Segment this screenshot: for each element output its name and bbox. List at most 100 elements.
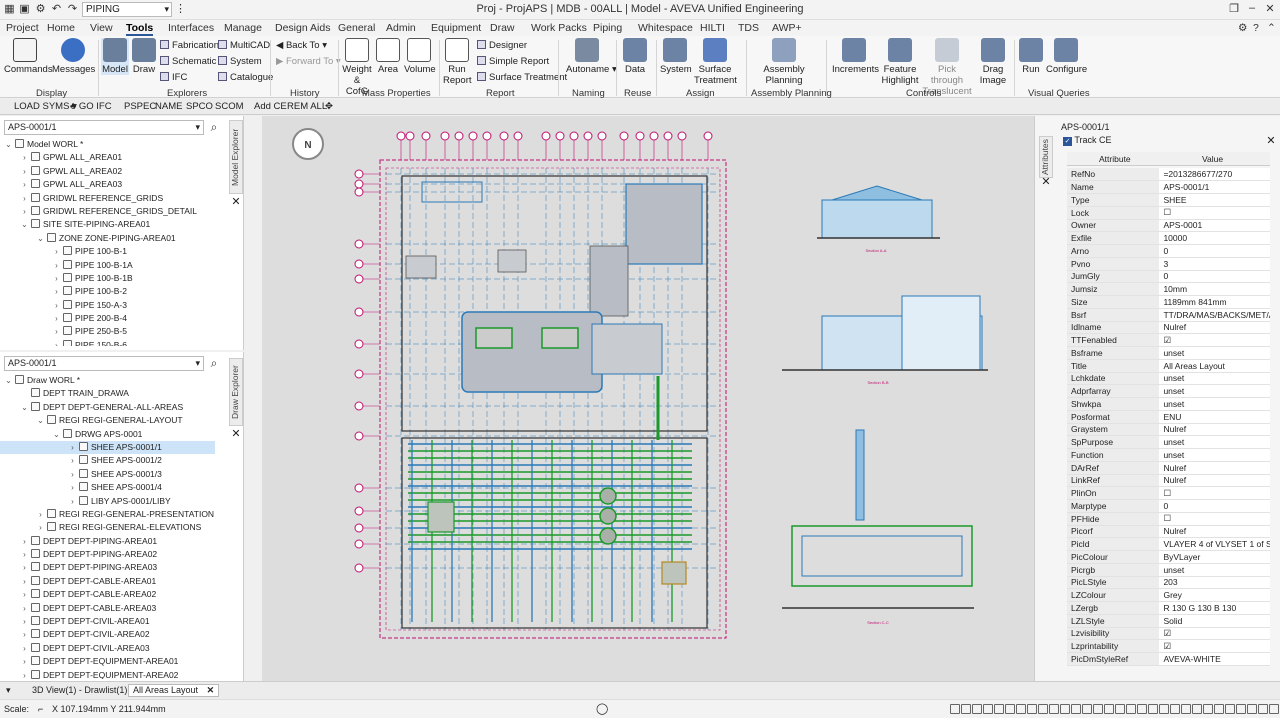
- attribute-value[interactable]: unset: [1159, 448, 1270, 462]
- tree-node[interactable]: › PIPE 200-B-4: [0, 312, 215, 325]
- expand-icon[interactable]: ›: [20, 548, 29, 561]
- tree-node[interactable]: › DEPT DEPT-PIPING-AREA02: [0, 548, 215, 561]
- tree-node[interactable]: › DEPT DEPT-PIPING-AREA01: [0, 535, 215, 548]
- attribute-value[interactable]: TT/DRA/MAS/BACKS/MET/A0: [1159, 308, 1270, 322]
- expand-icon[interactable]: ›: [52, 339, 61, 346]
- draw-search-input[interactable]: APS-0001/1: [4, 356, 204, 371]
- feature-highlight-button[interactable]: Feature Highlight: [880, 38, 920, 86]
- attribute-row[interactable]: PicColour ByVLayer: [1067, 550, 1270, 564]
- collapse-icon[interactable]: ⌄: [4, 138, 13, 151]
- tab-admin[interactable]: Admin: [386, 22, 416, 34]
- search-icon[interactable]: ⌕: [207, 120, 221, 134]
- status-tool-icon[interactable]: [1148, 704, 1158, 714]
- drawing-canvas[interactable]: N Section A-A Section B-B Section C-C: [262, 116, 1034, 681]
- scom-button[interactable]: SCOM: [215, 101, 244, 112]
- attribute-value[interactable]: ☐: [1159, 512, 1270, 526]
- tab-3d-view[interactable]: 3D View(1) - Drawlist(1): [28, 685, 131, 695]
- attribute-value[interactable]: ☑: [1159, 333, 1270, 347]
- status-tool-icon[interactable]: [1181, 704, 1191, 714]
- tab-tds[interactable]: TDS: [738, 22, 759, 34]
- attribute-value[interactable]: ☑: [1159, 627, 1270, 641]
- commands-button[interactable]: Commands: [4, 38, 53, 75]
- attribute-row[interactable]: PlinOn ☐: [1067, 486, 1270, 500]
- tree-node[interactable]: › PIPE 150-B-6: [0, 339, 215, 346]
- attribute-value[interactable]: 0: [1159, 499, 1270, 513]
- attribute-row[interactable]: Idlname Nulref: [1067, 321, 1270, 335]
- attribute-row[interactable]: JumGly 0: [1067, 270, 1270, 284]
- assembly-planning-button[interactable]: Assembly Planning: [758, 38, 810, 86]
- data-button[interactable]: Data: [622, 38, 648, 75]
- attribute-row[interactable]: LZergb R 130 G 130 B 130: [1067, 601, 1270, 615]
- collapse-icon[interactable]: ⌄: [36, 232, 45, 245]
- attribute-value[interactable]: unset: [1159, 563, 1270, 577]
- expand-icon[interactable]: ›: [20, 615, 29, 628]
- attribute-row[interactable]: Title All Areas Layout: [1067, 359, 1270, 373]
- spco-button[interactable]: SPCO: [186, 101, 213, 112]
- track-ce-checkbox[interactable]: ✓ Track CE: [1063, 135, 1112, 146]
- tab-home[interactable]: Home: [47, 22, 75, 34]
- tab-piping[interactable]: Piping: [593, 22, 622, 34]
- status-tool-icon[interactable]: [1049, 704, 1059, 714]
- tab-draw[interactable]: Draw: [490, 22, 515, 34]
- attribute-value[interactable]: AVEVA-WHITE: [1159, 652, 1270, 666]
- attribute-value[interactable]: Nulref: [1159, 321, 1270, 335]
- attribute-value[interactable]: 3: [1159, 257, 1270, 271]
- system-explorer-button[interactable]: System: [218, 56, 262, 68]
- attribute-value[interactable]: 0: [1159, 270, 1270, 284]
- search-tab-icon[interactable]: ⚙: [1238, 22, 1247, 34]
- tree-node[interactable]: › DEPT DEPT-CABLE-AREA02: [0, 588, 215, 601]
- attribute-row[interactable]: LZColour Grey: [1067, 588, 1270, 602]
- attribute-row[interactable]: Graystem Nulref: [1067, 423, 1270, 437]
- go-ifc-button[interactable]: ♣ GO IFC: [70, 101, 112, 112]
- expand-icon[interactable]: ›: [20, 628, 29, 641]
- collapse-icon[interactable]: ⌄: [52, 428, 61, 441]
- status-tool-icon[interactable]: [994, 704, 1004, 714]
- tab-general[interactable]: General: [338, 22, 375, 34]
- help-icon[interactable]: ?: [1253, 22, 1259, 34]
- close-icon[interactable]: ✕: [1265, 135, 1277, 147]
- tree-node[interactable]: › SHEE APS-0001/3: [0, 468, 215, 481]
- expand-icon[interactable]: ›: [20, 178, 29, 191]
- tree-node[interactable]: › DEPT DEPT-PIPING-AREA03: [0, 561, 215, 574]
- tree-node[interactable]: › DEPT DEPT-CIVIL-AREA03: [0, 642, 215, 655]
- expand-icon[interactable]: ›: [68, 441, 77, 454]
- status-tool-icon[interactable]: [1071, 704, 1081, 714]
- expand-icon[interactable]: ›: [20, 535, 29, 548]
- attribute-value[interactable]: APS-0001: [1159, 219, 1270, 233]
- tab-interfaces[interactable]: Interfaces: [168, 22, 214, 34]
- status-tool-icon[interactable]: [1137, 704, 1147, 714]
- volume-button[interactable]: Volume: [404, 38, 436, 75]
- attribute-row[interactable]: RefNo =2013286677/270: [1067, 168, 1270, 182]
- tab-whitespace[interactable]: Whitespace: [638, 22, 693, 34]
- status-tool-icon[interactable]: [1247, 704, 1257, 714]
- restore-window-icon[interactable]: ❐: [1226, 2, 1242, 17]
- tree-node[interactable]: › REGI REGI-GENERAL-PRESENTATION: [0, 508, 215, 521]
- run-report-button[interactable]: Run Report: [443, 38, 472, 86]
- close-icon[interactable]: ✕: [230, 196, 242, 208]
- attribute-value[interactable]: Nulref: [1159, 461, 1270, 475]
- status-tool-icon[interactable]: [1016, 704, 1026, 714]
- draw-explorer-tab[interactable]: Draw Explorer: [229, 358, 243, 426]
- expand-icon[interactable]: ›: [52, 245, 61, 258]
- tree-node[interactable]: › PIPE 250-B-5: [0, 325, 215, 338]
- attribute-row[interactable]: Lzvisibility ☑: [1067, 627, 1270, 641]
- expand-icon[interactable]: ›: [52, 285, 61, 298]
- status-tool-icon[interactable]: [1203, 704, 1213, 714]
- attribute-row[interactable]: Bsframe unset: [1067, 346, 1270, 360]
- status-tool-icon[interactable]: [1005, 704, 1015, 714]
- tree-node[interactable]: › LIBY APS-0001/LIBY: [0, 495, 215, 508]
- tree-node[interactable]: › PIPE 150-A-3: [0, 299, 215, 312]
- attribute-row[interactable]: DArRef Nulref: [1067, 461, 1270, 475]
- attribute-value[interactable]: SHEE: [1159, 193, 1270, 207]
- attribute-row[interactable]: TTFenabled ☑: [1067, 333, 1270, 347]
- attribute-value[interactable]: All Areas Layout: [1159, 359, 1270, 373]
- tree-node[interactable]: ⌄ Draw WORL *: [0, 374, 215, 387]
- tree-node[interactable]: › GRIDWL REFERENCE_GRIDS: [0, 192, 215, 205]
- status-tool-icon[interactable]: [1104, 704, 1114, 714]
- tree-node[interactable]: › PIPE 100-B-2: [0, 285, 215, 298]
- attribute-row[interactable]: Exfile 10000: [1067, 231, 1270, 245]
- attribute-value[interactable]: unset: [1159, 435, 1270, 449]
- expand-icon[interactable]: ›: [68, 454, 77, 467]
- name-button[interactable]: NAME: [155, 101, 182, 112]
- model-search-input[interactable]: APS-0001/1: [4, 120, 204, 135]
